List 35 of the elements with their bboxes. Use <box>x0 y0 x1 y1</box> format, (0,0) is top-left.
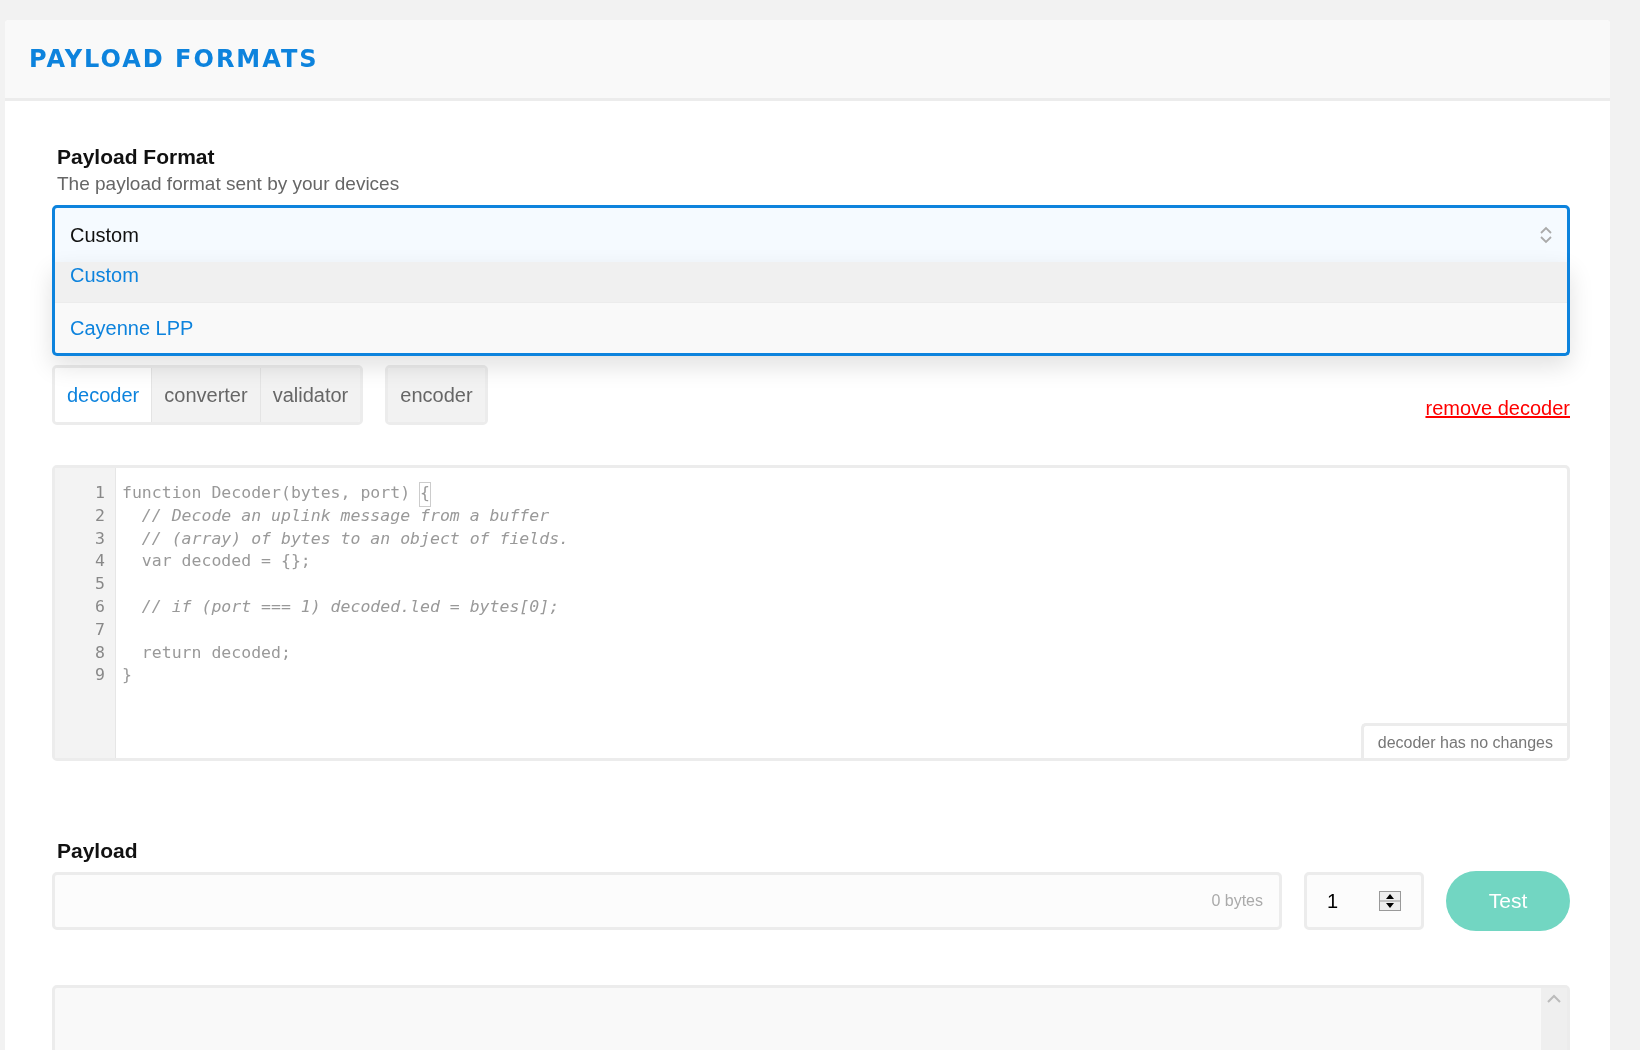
line-number: 8 <box>94 642 106 664</box>
code-line: // Decode an uplink message from a buffer <box>140 505 551 527</box>
code-line: // if (port === 1) decoded.led = bytes[0]; <box>140 597 561 618</box>
code-editor[interactable] <box>52 465 1570 761</box>
function-tab[interactable]: converter <box>151 368 260 422</box>
code-line: return decoded; <box>140 642 292 664</box>
code-line: var decoded = {}; <box>140 551 312 573</box>
field-description: The payload format sent by your devices <box>57 173 401 195</box>
port-input[interactable]: 1 <box>1304 872 1424 930</box>
field-label: Payload <box>57 839 139 863</box>
function-tab[interactable]: encoder <box>388 368 485 422</box>
line-number: 6 <box>94 597 106 618</box>
code-line: function Decoder(bytes, port) { <box>122 483 570 506</box>
field-label: Payload Format <box>57 145 216 169</box>
line-number: 7 <box>94 619 106 641</box>
spinner-icon[interactable] <box>1379 891 1401 911</box>
line-number: 5 <box>94 574 106 596</box>
code-line: } <box>122 665 133 687</box>
remove-link[interactable]: remove decoder <box>1425 396 1570 420</box>
payload-input[interactable]: 0 bytes <box>52 872 1282 930</box>
format-select[interactable]: Custom <box>52 205 1570 265</box>
line-number: 3 <box>94 528 106 550</box>
function-tab[interactable]: validator <box>259 368 361 422</box>
dropdown-option[interactable]: Custom <box>55 262 1567 303</box>
editor-status: decoder has no changes <box>1360 723 1567 758</box>
byte-count: 0 bytes <box>1211 892 1263 910</box>
line-number: 4 <box>94 551 106 573</box>
section-title: PAYLOAD FORMATS <box>29 45 319 73</box>
line-number: 1 <box>94 483 106 504</box>
scroll-up-icon[interactable] <box>1547 994 1561 1004</box>
dropdown-option[interactable]: Cayenne LPP <box>55 303 1567 353</box>
code-line: // (array) of bytes to an object of fields. <box>140 528 570 550</box>
line-number: 2 <box>94 505 106 527</box>
chevron-icon <box>1539 225 1553 245</box>
line-number: 9 <box>94 665 106 687</box>
